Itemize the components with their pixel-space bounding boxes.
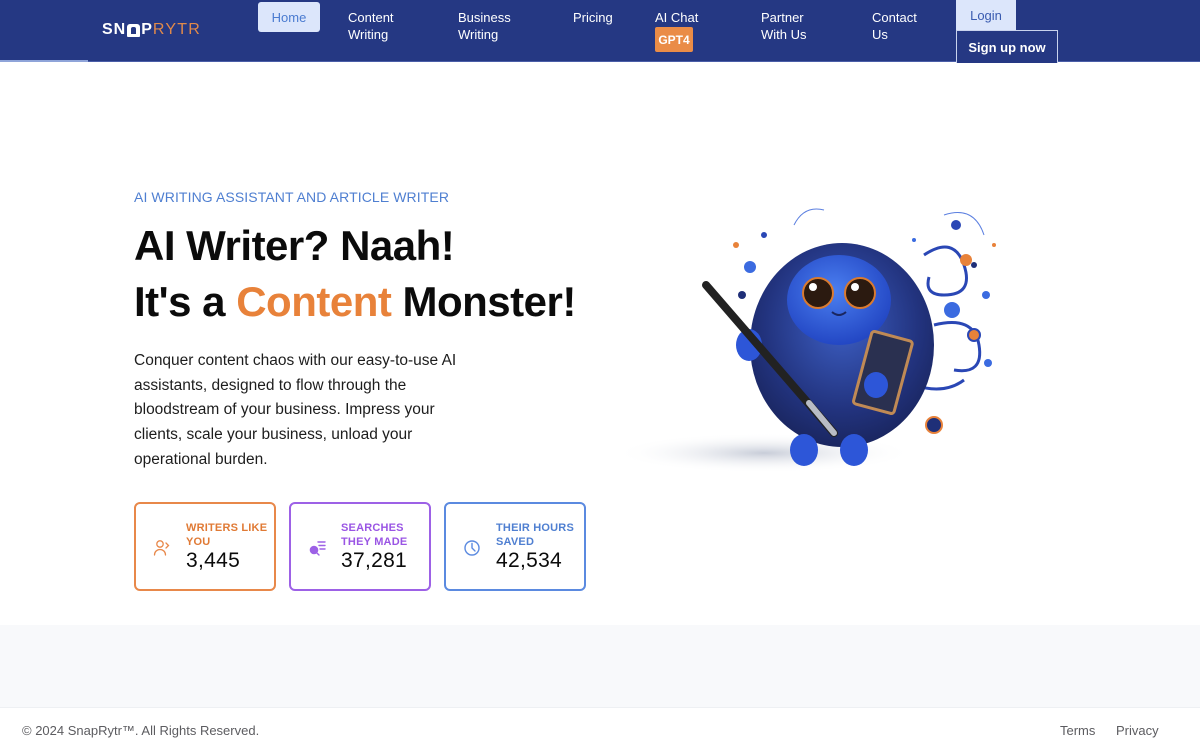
top-navigation-bar: SN P RYTR Home Content Writing Business …: [0, 0, 1200, 63]
privacy-link[interactable]: Privacy: [1116, 723, 1159, 738]
nav-ai-chat[interactable]: AI Chat: [655, 9, 698, 26]
copyright-text: © 2024 SnapRytr™. All Rights Reserved.: [22, 723, 260, 738]
nav-partner-with-us[interactable]: Partner With Us: [761, 9, 831, 43]
gpt4-badge[interactable]: GPT4: [655, 27, 693, 52]
brand-logo[interactable]: SN P RYTR: [102, 21, 201, 39]
stat-label: SEARCHES THEY MADE: [341, 522, 408, 548]
headline-line2-post: Monster!: [391, 278, 577, 325]
logo-text-part2: P: [141, 21, 153, 38]
logo-mark-icon: [127, 23, 141, 37]
stat-value: 3,445: [186, 549, 241, 572]
headline-line2-pre: It's a: [134, 278, 237, 325]
users-icon: [153, 540, 170, 556]
hero-headline: AI Writer? Naah! It's a Content Monster!: [134, 218, 576, 330]
page-footer: © 2024 SnapRytr™. All Rights Reserved. T…: [0, 707, 1200, 750]
terms-link[interactable]: Terms: [1060, 723, 1095, 738]
search-list-icon: [309, 541, 326, 556]
nav-pricing[interactable]: Pricing: [573, 9, 613, 26]
hero-description: Conquer content chaos with our easy-to-u…: [134, 352, 457, 468]
logo-text-part1: SN: [102, 21, 127, 38]
stat-card-hours: THEIR HOURS SAVED 42,534: [444, 502, 586, 591]
stat-value: 42,534: [496, 549, 563, 572]
nav-business-writing[interactable]: Business Writing: [458, 9, 528, 43]
clock-icon: [464, 540, 480, 556]
headline-line1: AI Writer? Naah!: [134, 222, 455, 269]
stat-label: THEIR HOURS SAVED: [496, 522, 574, 548]
gray-section-band: [0, 625, 1200, 707]
hero-eyebrow: AI WRITING ASSISTANT AND ARTICLE WRITER: [134, 189, 450, 205]
stat-card-searches: SEARCHES THEY MADE 37,281: [289, 502, 431, 591]
headline-accent-word: Content: [236, 278, 392, 325]
stat-label: WRITERS LIKE YOU: [186, 522, 268, 548]
login-button[interactable]: Login: [956, 0, 1016, 30]
stat-value: 37,281: [341, 549, 408, 572]
nav-contact-us[interactable]: Contact Us: [872, 9, 932, 43]
page-progress-indicator: [0, 60, 88, 62]
stat-card-writers: WRITERS LIKE YOU 3,445: [134, 502, 276, 591]
signup-button[interactable]: Sign up now: [956, 30, 1058, 63]
nav-content-writing[interactable]: Content Writing: [348, 9, 418, 43]
logo-text-part3: RYTR: [152, 21, 201, 38]
nav-home[interactable]: Home: [258, 2, 320, 32]
content-monster-illustration: [614, 208, 996, 473]
